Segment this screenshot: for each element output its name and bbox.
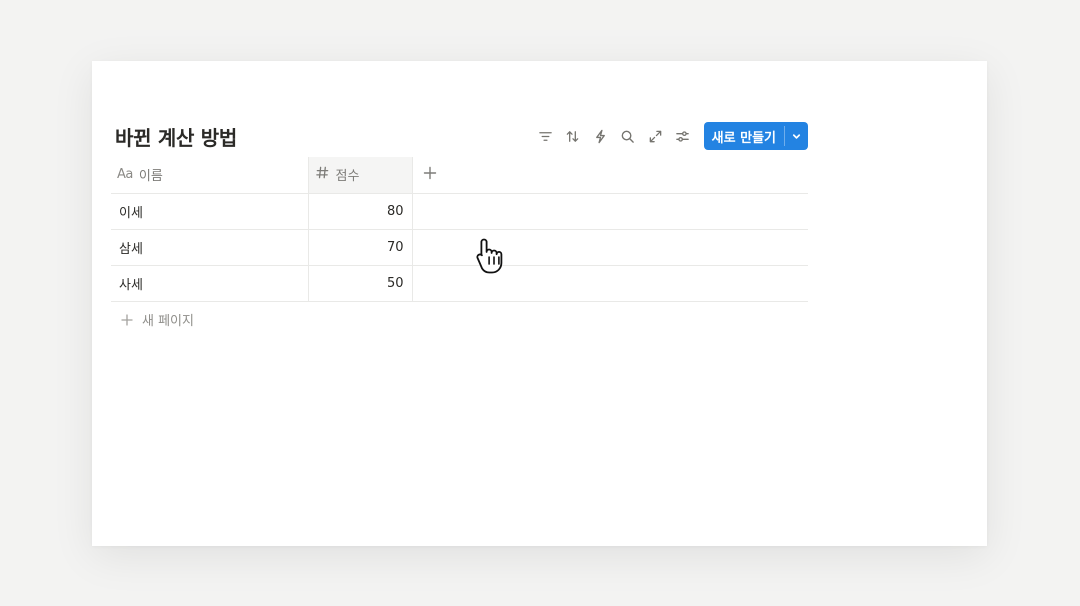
database-header: 바뀐 계산 방법 새로 만들기 bbox=[111, 119, 808, 153]
text-property-icon: Aa bbox=[117, 167, 133, 183]
settings-icon[interactable] bbox=[669, 122, 697, 150]
row-name-cell[interactable]: 사세 bbox=[111, 265, 309, 302]
row-score-cell[interactable]: 80 bbox=[308, 193, 413, 230]
row-empty-cell bbox=[412, 193, 808, 230]
database-toolbar: 새로 만들기 bbox=[532, 122, 808, 150]
search-icon[interactable] bbox=[614, 122, 642, 150]
table-row[interactable]: 사세 50 bbox=[111, 265, 808, 302]
chevron-down-icon[interactable] bbox=[785, 122, 808, 150]
column-header-name[interactable]: Aa 이름 bbox=[111, 157, 309, 194]
table-header-row: Aa 이름 점수 bbox=[111, 157, 808, 194]
row-empty-cell bbox=[412, 265, 808, 302]
row-name-cell[interactable]: 삼세 bbox=[111, 229, 309, 266]
plus-icon bbox=[121, 313, 133, 326]
row-empty-cell bbox=[412, 229, 808, 266]
database-title[interactable]: 바뀐 계산 방법 bbox=[111, 122, 237, 151]
hash-icon bbox=[315, 165, 330, 184]
new-page-button[interactable]: 새 페이지 bbox=[111, 302, 808, 338]
row-score-cell[interactable]: 70 bbox=[308, 229, 413, 266]
new-button: 새로 만들기 bbox=[703, 122, 808, 150]
database-table: Aa 이름 점수 이세 80 삼세 70 사세 50 bbox=[111, 157, 808, 302]
sort-icon[interactable] bbox=[559, 122, 587, 150]
column-label-score: 점수 bbox=[335, 169, 360, 185]
add-column-icon[interactable] bbox=[413, 166, 437, 184]
lightning-icon[interactable] bbox=[587, 122, 615, 150]
row-name-cell[interactable]: 이세 bbox=[111, 193, 309, 230]
table-row[interactable]: 이세 80 bbox=[111, 193, 808, 230]
column-label-name: 이름 bbox=[138, 169, 163, 185]
filter-icon[interactable] bbox=[532, 122, 560, 150]
expand-icon[interactable] bbox=[642, 122, 670, 150]
new-button-label[interactable]: 새로 만들기 bbox=[704, 122, 784, 150]
database-view: 바뀐 계산 방법 새로 만들기 Aa 이름 점수 이세 80 삼세 70 사세 … bbox=[111, 119, 808, 338]
new-page-label: 새 페이지 bbox=[142, 314, 194, 329]
add-column bbox=[412, 157, 808, 194]
row-score-cell[interactable]: 50 bbox=[308, 265, 413, 302]
table-row[interactable]: 삼세 70 bbox=[111, 229, 808, 266]
column-header-score[interactable]: 점수 bbox=[308, 157, 413, 194]
